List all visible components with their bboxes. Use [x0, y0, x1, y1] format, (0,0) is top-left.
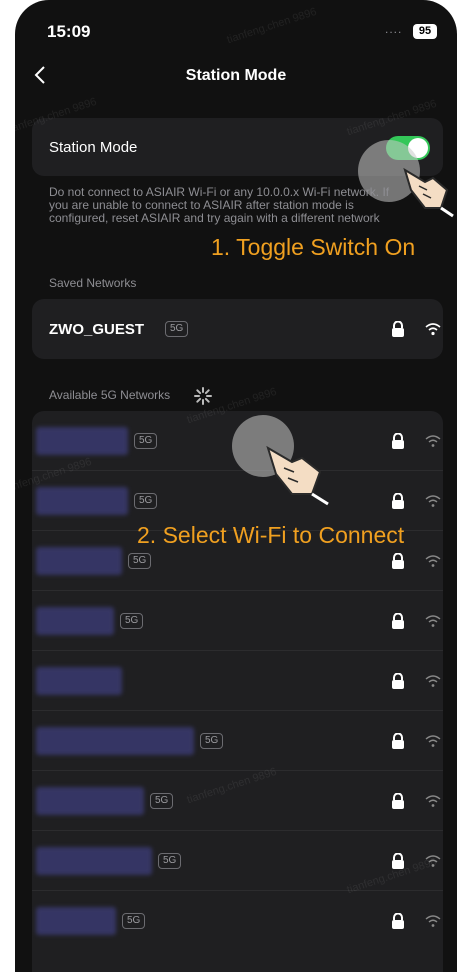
- network-name-redacted: [36, 667, 122, 695]
- band-badge: 5G: [165, 321, 189, 337]
- wifi-icon: [425, 495, 441, 507]
- wifi-icon: [425, 555, 441, 567]
- battery-icon: 95: [413, 24, 437, 39]
- network-name-redacted: [36, 907, 116, 935]
- wifi-icon: [425, 615, 441, 627]
- network-name-redacted: [36, 847, 152, 875]
- hand-pointer-icon: [266, 445, 329, 506]
- lock-icon: [392, 733, 404, 749]
- station-mode-info: Do not connect to ASIAIR Wi-Fi or any 10…: [49, 185, 390, 225]
- network-name-redacted: [36, 607, 114, 635]
- network-name-redacted: [36, 427, 128, 455]
- network-row[interactable]: 5G: [32, 591, 443, 651]
- lock-icon: [392, 321, 404, 337]
- band-badge: 5G: [158, 853, 182, 869]
- lock-icon: [392, 433, 404, 449]
- lock-icon: [392, 913, 404, 929]
- loading-spinner-icon: [194, 387, 212, 405]
- band-badge: 5G: [128, 553, 152, 569]
- network-name-redacted: [36, 727, 194, 755]
- network-row[interactable]: 5G: [32, 711, 443, 771]
- band-badge: 5G: [122, 913, 146, 929]
- watermark: tianfeng.chen 9896: [225, 5, 319, 47]
- phone-screen: 15:09 .... 95 Station Mode Station Mode …: [15, 0, 457, 972]
- network-name-redacted: [36, 487, 128, 515]
- band-badge: 5G: [120, 613, 144, 629]
- band-badge: 5G: [150, 793, 174, 809]
- lock-icon: [392, 673, 404, 689]
- network-row[interactable]: 5G: [32, 891, 443, 951]
- available-networks-list: 5G 5G 5G 5G 5G 5G 5G 5G: [32, 411, 443, 972]
- band-badge: 5G: [134, 493, 158, 509]
- wifi-icon: [425, 435, 441, 447]
- station-mode-label: Station Mode: [49, 139, 138, 156]
- wifi-icon: [425, 795, 441, 807]
- saved-network-name: ZWO_GUEST: [49, 321, 145, 338]
- network-name-redacted: [36, 787, 144, 815]
- lock-icon: [392, 613, 404, 629]
- network-name-redacted: [36, 547, 122, 575]
- wifi-icon: [425, 675, 441, 687]
- status-time: 15:09: [47, 22, 91, 41]
- band-badge: 5G: [134, 433, 158, 449]
- network-row[interactable]: [32, 651, 443, 711]
- lock-icon: [392, 793, 404, 809]
- available-networks-header: Available 5G Networks: [49, 388, 171, 402]
- page-title: Station Mode: [185, 67, 287, 84]
- lock-icon: [392, 493, 404, 509]
- saved-networks-header: Saved Networks: [49, 276, 137, 290]
- annotation-step2: 2. Select Wi-Fi to Connect: [137, 522, 405, 548]
- band-badge: 5G: [200, 733, 224, 749]
- wifi-icon: [425, 735, 441, 747]
- saved-network-row[interactable]: ZWO_GUEST 5G: [32, 299, 443, 359]
- lock-icon: [392, 553, 404, 569]
- wifi-icon: [425, 915, 441, 927]
- wifi-icon: [425, 323, 441, 336]
- signal-dots: ....: [385, 22, 403, 36]
- annotation-step1: 1. Toggle Switch On: [211, 234, 416, 260]
